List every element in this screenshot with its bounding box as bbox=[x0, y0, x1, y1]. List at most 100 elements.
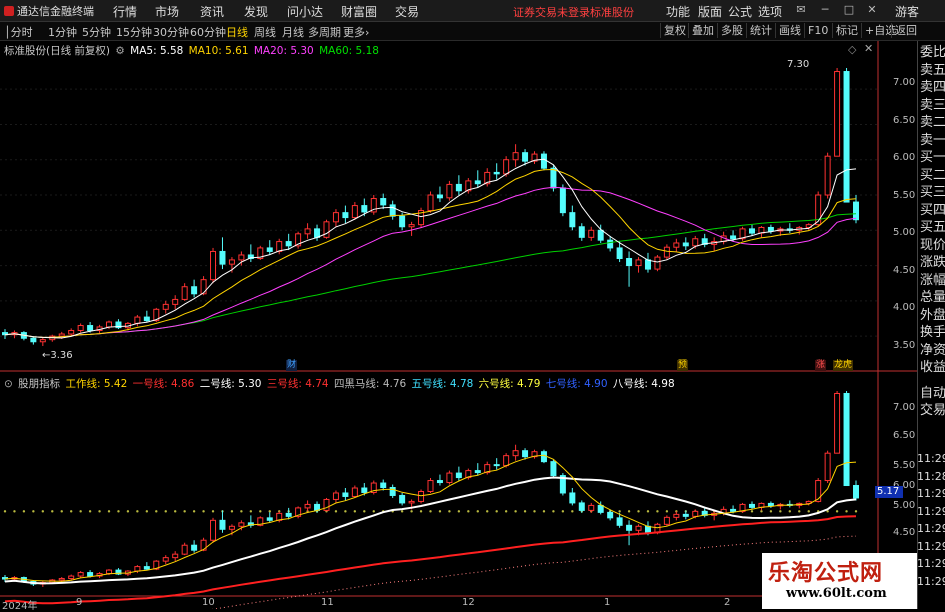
band-dot bbox=[155, 510, 158, 513]
side-panel-item[interactable]: 涨跌 bbox=[920, 254, 945, 271]
period-weekly[interactable]: 周线 bbox=[254, 24, 276, 40]
btn-f10[interactable]: F10 bbox=[804, 23, 831, 38]
period-15min[interactable]: 15分钟 bbox=[116, 24, 152, 40]
main-candle-body bbox=[276, 241, 283, 252]
guest-label[interactable]: 游客 bbox=[895, 3, 919, 20]
period-30min[interactable]: 30分钟 bbox=[153, 24, 189, 40]
marker-yu[interactable]: 预 bbox=[677, 360, 689, 371]
close-icon[interactable]: ✕ bbox=[864, 2, 880, 18]
sub-candle-body bbox=[106, 569, 113, 575]
menu-wenxiaoda[interactable]: 问小达 bbox=[287, 3, 323, 20]
main-candle-body bbox=[730, 235, 737, 240]
band-dot bbox=[656, 510, 659, 513]
side-panel-auto[interactable]: 交易 bbox=[920, 402, 945, 419]
main-candle-body bbox=[106, 321, 113, 328]
main-candle-body bbox=[503, 159, 510, 175]
side-panel-item[interactable]: 买五 bbox=[920, 219, 945, 236]
period-5min[interactable]: 5分钟 bbox=[82, 24, 111, 40]
btn-tongji[interactable]: 统计 bbox=[746, 23, 775, 38]
sub-candle-body bbox=[767, 502, 774, 507]
side-panel-item[interactable]: 换手 bbox=[920, 324, 945, 341]
side-panel-item[interactable]: 涨幅 bbox=[920, 272, 945, 289]
sub-candle-body bbox=[692, 510, 699, 517]
band-dot bbox=[51, 510, 54, 513]
main-candle-body bbox=[834, 71, 841, 157]
sub-candle-body bbox=[455, 472, 462, 479]
side-panel-item[interactable]: 外盘 bbox=[920, 307, 945, 324]
btn-fanhui[interactable]: 返回 bbox=[891, 23, 920, 38]
side-panel-item[interactable]: 收益 bbox=[920, 359, 945, 376]
menu-jiaoyi[interactable]: 交易 bbox=[395, 3, 419, 20]
side-panel-item[interactable]: 卖三 bbox=[920, 97, 945, 114]
btn-biaoji[interactable]: 标记 bbox=[832, 23, 861, 38]
sub-candle-body bbox=[834, 392, 841, 454]
menu-shichang[interactable]: 市场 bbox=[155, 3, 179, 20]
menu-faxian[interactable]: 发现 bbox=[244, 3, 268, 20]
sub-candle-body bbox=[181, 544, 188, 555]
band-dot bbox=[571, 510, 574, 513]
side-panel-item[interactable]: 卖五 bbox=[920, 62, 945, 79]
main-candle-body bbox=[512, 152, 519, 161]
kline-chart[interactable] bbox=[0, 41, 917, 609]
main-candle-body bbox=[39, 339, 46, 343]
side-panel-item[interactable]: 买二 bbox=[920, 167, 945, 184]
menu-hangqing[interactable]: 行情 bbox=[113, 3, 137, 20]
sub-candle-body bbox=[266, 517, 273, 521]
main-candle-body bbox=[200, 279, 207, 295]
sub-candle-body bbox=[503, 455, 510, 467]
band-dot bbox=[467, 510, 470, 513]
main-candle-body bbox=[399, 215, 406, 228]
btn-huaxian[interactable]: 画线 bbox=[775, 23, 804, 38]
side-panel-auto[interactable]: 自动 bbox=[920, 385, 945, 402]
watermark-url: www.60lt.com bbox=[786, 586, 887, 601]
maximize-icon[interactable]: □ bbox=[841, 2, 857, 18]
main-candle-body bbox=[578, 226, 585, 238]
menu-caifuquan[interactable]: 财富圈 bbox=[341, 3, 377, 20]
marker-zhang[interactable]: 涨 bbox=[815, 360, 827, 371]
btn-duogu[interactable]: 多股 bbox=[717, 23, 746, 38]
side-panel-item[interactable]: 买一 bbox=[920, 149, 945, 166]
minimize-icon[interactable]: ─ bbox=[817, 2, 833, 18]
period-fenshi[interactable]: │分时 bbox=[4, 24, 33, 40]
side-panel-item[interactable]: 卖一 bbox=[920, 132, 945, 149]
period-multi[interactable]: 多周期 bbox=[308, 24, 341, 40]
side-panel-item[interactable]: 卖二 bbox=[920, 114, 945, 131]
side-panel-item[interactable]: 买三 bbox=[920, 184, 945, 201]
side-panel-item[interactable]: 买四 bbox=[920, 202, 945, 219]
period-daily[interactable]: 日线 bbox=[226, 24, 248, 40]
menu-gongneng[interactable]: 功能 bbox=[666, 3, 690, 20]
period-monthly[interactable]: 月线 bbox=[282, 24, 304, 40]
side-panel-item[interactable]: 总量 bbox=[920, 289, 945, 306]
menu-gongshi[interactable]: 公式 bbox=[728, 3, 752, 20]
sub-candle-body bbox=[853, 485, 859, 499]
side-panel-item[interactable]: 卖四 bbox=[920, 79, 945, 96]
band-dot bbox=[41, 510, 45, 513]
main-candle-body bbox=[436, 194, 443, 199]
sub-candle-body bbox=[540, 451, 547, 463]
menu-banmian[interactable]: 版面 bbox=[698, 3, 722, 20]
period-1min[interactable]: 1分钟 bbox=[48, 24, 77, 40]
period-more[interactable]: 更多› bbox=[343, 24, 369, 40]
time-label: 11:29 bbox=[917, 522, 945, 535]
side-panel-item[interactable]: 现价 bbox=[920, 237, 945, 254]
main-candle-body bbox=[588, 229, 595, 238]
period-60min[interactable]: 60分钟 bbox=[190, 24, 226, 40]
menu-zixun[interactable]: 资讯 bbox=[200, 3, 224, 20]
marker-cai[interactable]: 财 bbox=[286, 360, 298, 371]
menu-xuanxiang[interactable]: 选项 bbox=[758, 3, 782, 20]
band-dot bbox=[98, 510, 101, 513]
app-name: 通达信金融终端 bbox=[17, 5, 94, 18]
main-candle-body bbox=[767, 226, 774, 232]
btn-fuquan[interactable]: 复权 bbox=[660, 23, 689, 38]
marker-longhu[interactable]: 龙虎 bbox=[833, 360, 854, 371]
side-panel-item[interactable]: 委比 bbox=[920, 44, 945, 61]
side-panel-item[interactable]: 净资 bbox=[920, 342, 945, 359]
btn-diejia[interactable]: 叠加 bbox=[688, 23, 717, 38]
login-notice[interactable]: 证券交易未登录 bbox=[513, 4, 590, 20]
sub-candle-body bbox=[512, 450, 519, 457]
skin-icon[interactable]: ✉ bbox=[793, 2, 809, 18]
main-candle-body bbox=[351, 205, 358, 219]
sub-axis-5-00: 5.00 bbox=[893, 500, 916, 511]
band-dot bbox=[769, 510, 773, 513]
time-label: 11:29 bbox=[917, 557, 945, 570]
